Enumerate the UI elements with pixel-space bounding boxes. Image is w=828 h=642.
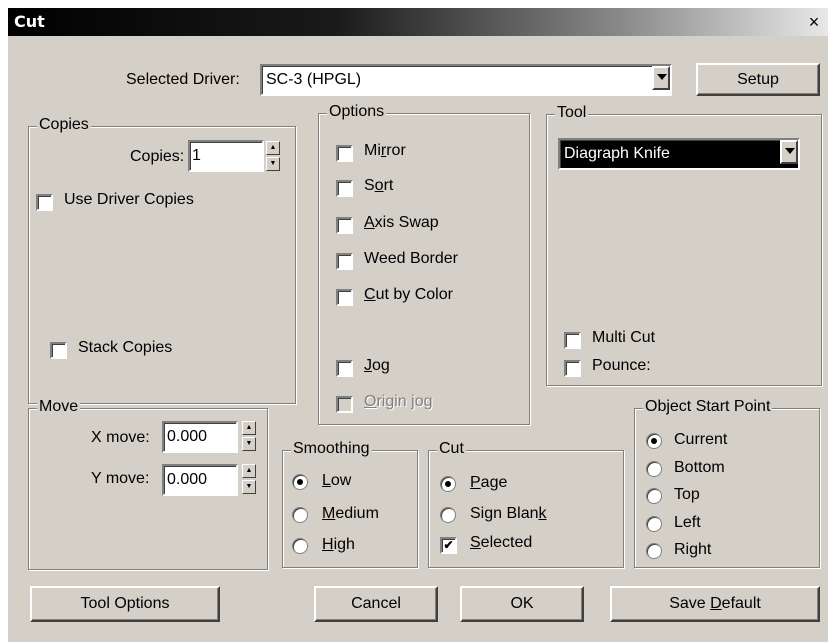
driver-dropdown[interactable]: SC-3 (HPGL) bbox=[260, 64, 672, 96]
cut-sign-blank-radio[interactable] bbox=[440, 507, 456, 523]
mirror-label: Mirror bbox=[364, 142, 406, 159]
x-move-value: 0.000 bbox=[167, 428, 208, 445]
spin-up-icon[interactable]: ▲ bbox=[242, 464, 256, 478]
start-current-radio[interactable] bbox=[646, 433, 662, 449]
cancel-button[interactable]: Cancel bbox=[314, 586, 438, 622]
start-left-label: Left bbox=[674, 514, 701, 531]
multi-cut-label: Multi Cut bbox=[592, 329, 656, 346]
smoothing-medium-label: Medium bbox=[322, 505, 379, 522]
move-group-title: Move bbox=[37, 398, 81, 416]
smoothing-high-radio[interactable] bbox=[292, 538, 308, 554]
copies-input[interactable]: 1 bbox=[188, 140, 264, 172]
use-driver-copies-label: Use Driver Copies bbox=[64, 191, 194, 208]
copies-input-value: 1 bbox=[192, 147, 201, 164]
tool-dropdown[interactable]: Diagraph Knife bbox=[558, 138, 800, 170]
cut-selected-label: Selected bbox=[470, 534, 533, 551]
spin-down-icon[interactable]: ▼ bbox=[266, 157, 280, 171]
cut-group-title: Cut bbox=[437, 440, 466, 458]
cut-page-label: Page bbox=[470, 474, 508, 491]
selected-driver-label: Selected Driver: bbox=[126, 71, 240, 88]
copies-stepper[interactable]: ▲ ▼ bbox=[266, 141, 280, 173]
ok-button[interactable]: OK bbox=[460, 586, 584, 622]
spin-up-icon[interactable]: ▲ bbox=[242, 421, 256, 435]
origin-jog-checkbox bbox=[336, 396, 353, 413]
setup-button[interactable]: Setup bbox=[696, 63, 820, 96]
x-move-label: X move: bbox=[91, 429, 150, 446]
sort-label: Sort bbox=[364, 177, 394, 194]
spin-down-icon[interactable]: ▼ bbox=[242, 480, 256, 494]
options-group-title: Options bbox=[327, 103, 387, 121]
mirror-checkbox[interactable] bbox=[336, 145, 353, 162]
y-move-label: Y move: bbox=[91, 470, 150, 487]
sort-checkbox[interactable] bbox=[336, 180, 353, 197]
start-bottom-radio[interactable] bbox=[646, 461, 662, 477]
smoothing-medium-radio[interactable] bbox=[292, 507, 308, 523]
cut-page-radio[interactable] bbox=[440, 476, 456, 492]
start-right-radio[interactable] bbox=[646, 543, 662, 559]
multi-cut-checkbox[interactable] bbox=[564, 332, 581, 349]
start-right-label: Right bbox=[674, 541, 712, 558]
weed-border-checkbox[interactable] bbox=[336, 253, 353, 270]
jog-label: Jog bbox=[364, 357, 390, 374]
smoothing-low-label: Low bbox=[322, 472, 352, 489]
spin-up-icon[interactable]: ▲ bbox=[266, 141, 280, 155]
chevron-down-icon[interactable] bbox=[780, 140, 798, 164]
pounce-checkbox[interactable] bbox=[564, 360, 581, 377]
smoothing-high-label: High bbox=[322, 536, 355, 553]
pounce-label: Pounce: bbox=[592, 357, 651, 374]
window-title: Cut bbox=[14, 12, 45, 31]
x-move-input[interactable]: 0.000 bbox=[162, 421, 238, 453]
axis-swap-checkbox[interactable] bbox=[336, 217, 353, 234]
y-move-stepper[interactable]: ▲ ▼ bbox=[242, 464, 256, 496]
y-move-input[interactable]: 0.000 bbox=[162, 464, 238, 496]
start-left-radio[interactable] bbox=[646, 516, 662, 532]
cut-dialog: Cut × Selected Driver: SC-3 (HPGL) Setup… bbox=[8, 8, 828, 642]
save-default-button[interactable]: Save Default bbox=[610, 586, 820, 622]
smoothing-low-radio[interactable] bbox=[292, 474, 308, 490]
chevron-down-icon[interactable] bbox=[652, 66, 670, 90]
copies-label: Copies: bbox=[130, 148, 185, 165]
tool-dropdown-value: Diagraph Knife bbox=[564, 145, 670, 162]
smoothing-group-title: Smoothing bbox=[291, 440, 372, 458]
driver-dropdown-value: SC-3 (HPGL) bbox=[266, 71, 362, 88]
stack-copies-checkbox[interactable] bbox=[50, 342, 67, 359]
start-bottom-label: Bottom bbox=[674, 459, 725, 476]
cut-by-color-checkbox[interactable] bbox=[336, 289, 353, 306]
start-top-radio[interactable] bbox=[646, 488, 662, 504]
x-move-stepper[interactable]: ▲ ▼ bbox=[242, 421, 256, 453]
tool-group-title: Tool bbox=[555, 104, 589, 122]
title-bar: Cut × bbox=[8, 8, 828, 36]
cut-selected-checkbox[interactable]: ✔ bbox=[440, 537, 457, 554]
axis-swap-label: Axis Swap bbox=[364, 214, 439, 231]
jog-checkbox[interactable] bbox=[336, 360, 353, 377]
weed-border-label: Weed Border bbox=[364, 250, 458, 267]
spin-down-icon[interactable]: ▼ bbox=[242, 437, 256, 451]
y-move-value: 0.000 bbox=[167, 471, 208, 488]
copies-group-title: Copies bbox=[37, 116, 91, 134]
tool-options-button[interactable]: Tool Options bbox=[30, 586, 220, 622]
origin-jog-label: Origin jog bbox=[364, 393, 433, 410]
cut-by-color-label: Cut by Color bbox=[364, 286, 453, 303]
start-top-label: Top bbox=[674, 486, 700, 503]
close-icon[interactable]: × bbox=[804, 12, 824, 32]
start-point-group-title: Object Start Point bbox=[643, 398, 773, 416]
stack-copies-label: Stack Copies bbox=[78, 339, 173, 356]
start-current-label: Current bbox=[674, 431, 728, 448]
cut-sign-blank-label: Sign Blank bbox=[470, 505, 547, 522]
use-driver-copies-checkbox[interactable] bbox=[36, 194, 53, 211]
